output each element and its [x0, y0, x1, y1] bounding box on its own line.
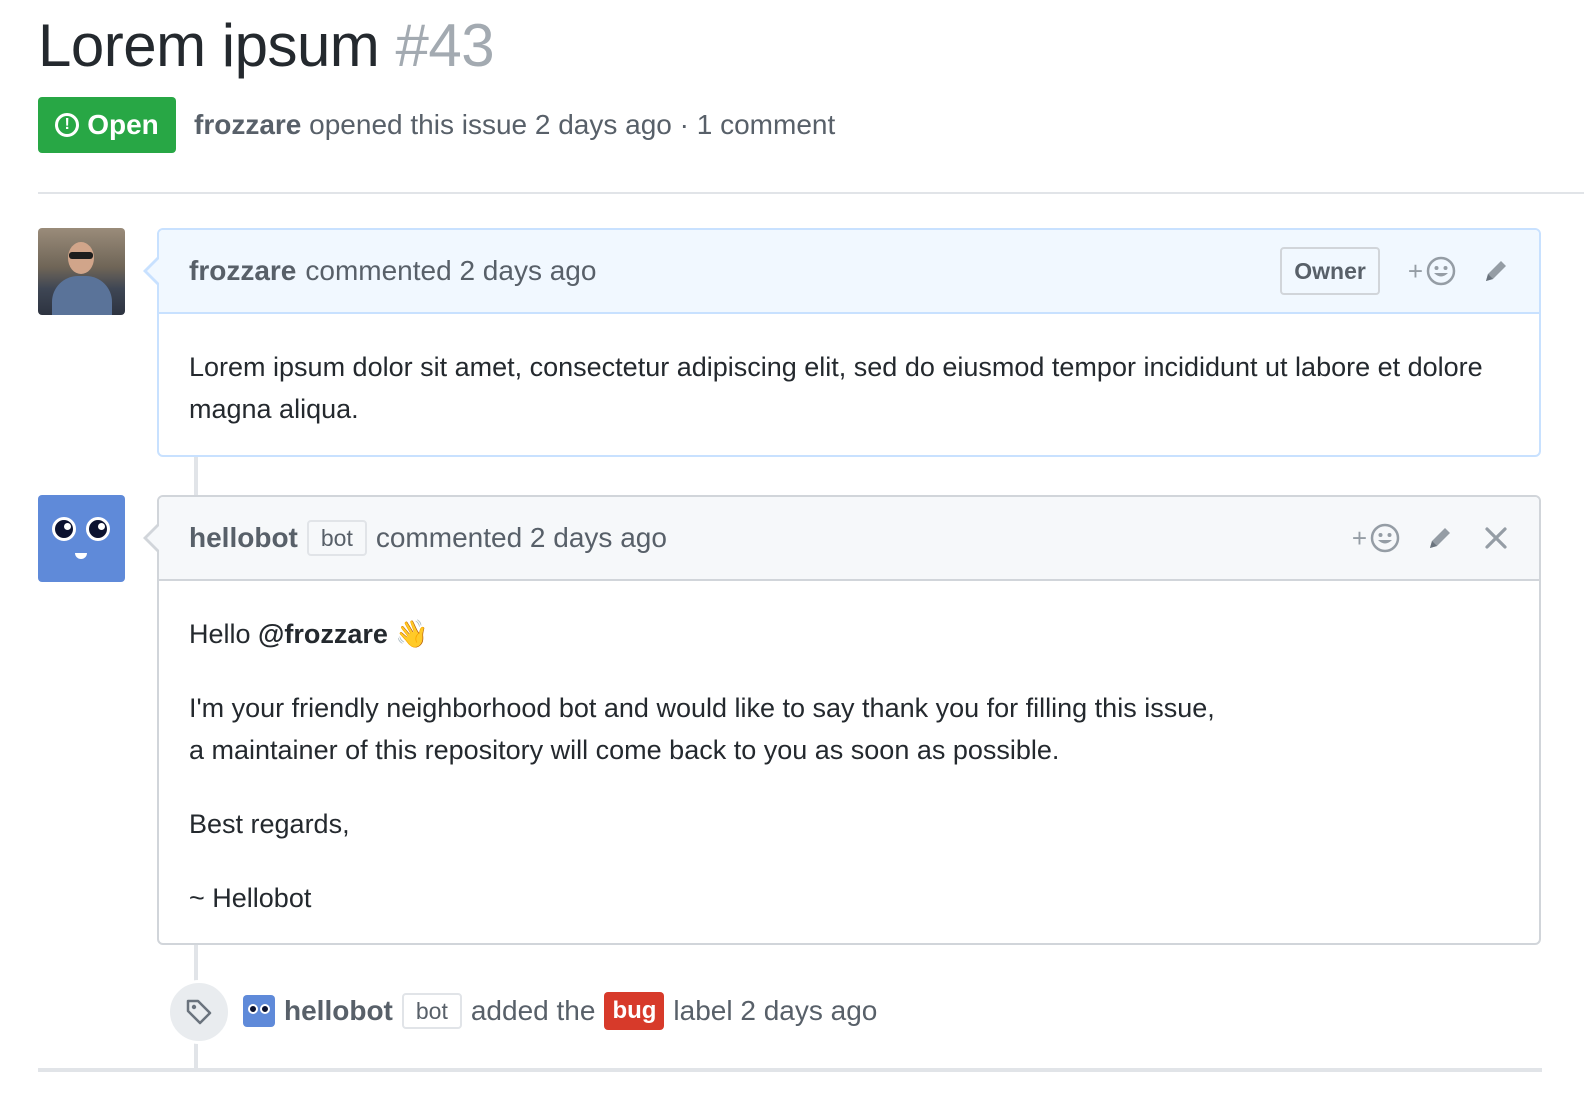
- issue-meta: frozzare opened this issue 2 days ago · …: [194, 104, 835, 146]
- issue-page: Lorem ipsum #43 ! Open frozzare opened t…: [0, 0, 1584, 1102]
- timeline-line: [194, 456, 198, 496]
- header-divider: [38, 192, 1584, 194]
- user-mention-link[interactable]: @frozzare: [258, 619, 388, 649]
- comment-timestamp[interactable]: commented 2 days ago: [305, 255, 596, 287]
- bot-badge: bot: [306, 520, 367, 556]
- comment-author-link[interactable]: frozzare: [189, 255, 296, 287]
- issue-meta-text: opened this issue 2 days ago · 1 comment: [309, 109, 836, 140]
- issue-opened-icon: !: [55, 113, 80, 137]
- body-line: I'm your friendly neighborhood bot and w…: [189, 693, 1215, 723]
- comment-body: Lorem ipsum dolor sit amet, consectetur …: [159, 314, 1539, 460]
- label-event: hellobot bot added the bug label 2 days …: [243, 988, 877, 1034]
- issue-state-label: Open: [87, 109, 159, 140]
- smiley-icon: [1426, 256, 1456, 286]
- comment-actions: +: [1352, 497, 1513, 579]
- plus-label: +: [1407, 255, 1423, 286]
- comment-body-text: Lorem ipsum dolor sit amet, consectetur …: [189, 352, 1483, 424]
- avatar-frozzare[interactable]: [38, 228, 125, 315]
- comment-header: hellobot bot commented 2 days ago +: [143, 497, 1539, 581]
- greeting-text: Hello: [189, 619, 251, 649]
- comment-frozzare: frozzare commented 2 days ago Owner + Lo…: [143, 228, 1541, 460]
- plus-label: +: [1351, 522, 1367, 553]
- regards-line: Best regards,: [189, 809, 350, 839]
- wave-emoji: 👋: [395, 619, 430, 649]
- comment-author-link[interactable]: hellobot: [189, 522, 298, 554]
- issue-title: Lorem ipsum #43: [38, 8, 495, 84]
- close-icon: [1485, 527, 1507, 549]
- bottom-divider: [38, 1068, 1542, 1072]
- label-event-badge: [167, 980, 231, 1044]
- delete-button[interactable]: [1479, 521, 1513, 555]
- smiley-icon: [1370, 523, 1400, 553]
- pencil-icon: [1430, 528, 1450, 548]
- bug-label[interactable]: bug: [604, 992, 665, 1030]
- add-reaction-button[interactable]: +: [1408, 255, 1457, 287]
- owner-badge: Owner: [1280, 247, 1380, 295]
- issue-number: #43: [395, 12, 495, 79]
- comment-hellobot: hellobot bot commented 2 days ago + Hell…: [143, 495, 1541, 945]
- event-timestamp: label 2 days ago: [673, 995, 878, 1026]
- event-text: added the: [470, 995, 596, 1026]
- avatar-hellobot-small[interactable]: [243, 995, 275, 1027]
- avatar-hellobot[interactable]: [38, 495, 125, 582]
- add-reaction-button[interactable]: +: [1352, 522, 1401, 554]
- comment-header: frozzare commented 2 days ago Owner +: [143, 230, 1539, 314]
- issue-author-link[interactable]: frozzare: [194, 109, 301, 140]
- tag-icon: [186, 999, 212, 1025]
- event-actor-link[interactable]: hellobot: [284, 995, 393, 1027]
- comment-timestamp[interactable]: commented 2 days ago: [376, 522, 667, 554]
- bot-badge: bot: [401, 993, 462, 1029]
- body-line: a maintainer of this repository will com…: [189, 735, 1060, 765]
- greeting-line: Hello @frozzare 👋: [189, 613, 1509, 655]
- comment-body: Hello @frozzare 👋 I'm your friendly neig…: [159, 581, 1539, 949]
- signature-line: ~ Hellobot: [189, 883, 312, 913]
- issue-title-text: Lorem ipsum: [38, 12, 380, 79]
- comment-actions: Owner +: [1280, 230, 1513, 312]
- issue-state-badge: ! Open: [38, 97, 176, 153]
- edit-button[interactable]: [1423, 521, 1457, 555]
- edit-button[interactable]: [1479, 254, 1513, 288]
- pencil-icon: [1486, 261, 1506, 281]
